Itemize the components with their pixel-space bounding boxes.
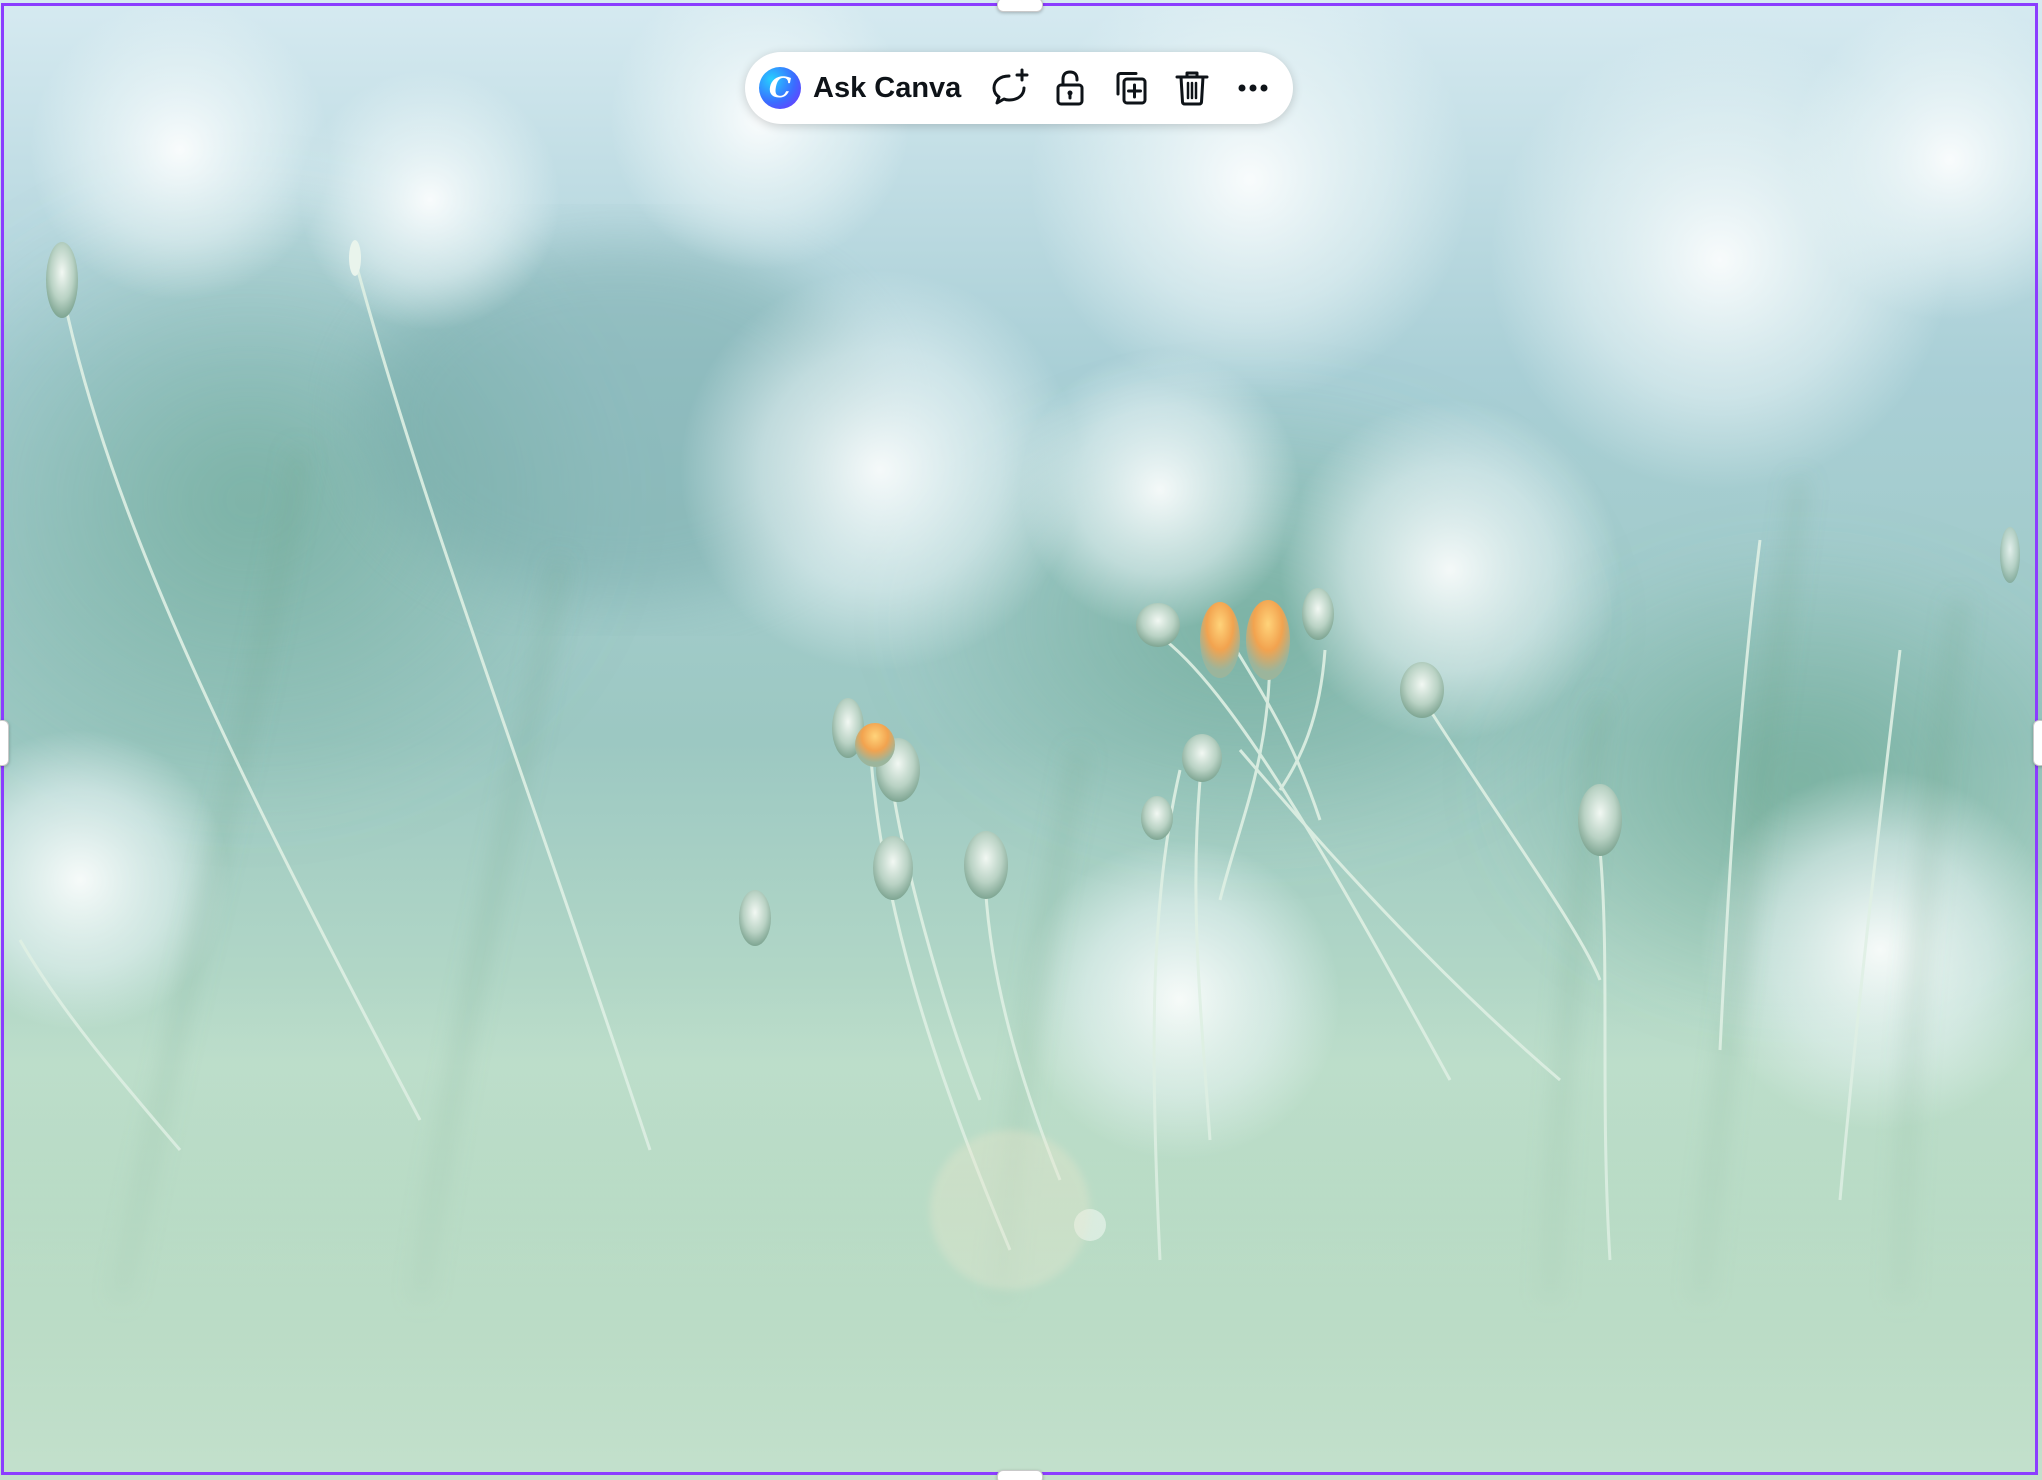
trash-icon — [1175, 71, 1209, 106]
add-comment-button[interactable] — [985, 60, 1034, 116]
resize-handle-bottom[interactable] — [997, 1470, 1043, 1480]
more-options-button[interactable] — [1228, 60, 1277, 116]
comment-add-icon — [992, 68, 1029, 105]
resize-handle-left[interactable] — [0, 720, 9, 766]
design-canvas: C Ask Canva — [0, 0, 2042, 1480]
lock-button[interactable] — [1046, 60, 1095, 116]
duplicate-icon — [1116, 72, 1147, 105]
background-photo[interactable] — [0, 0, 2042, 1480]
floating-toolbar: C Ask Canva — [745, 52, 1293, 124]
ask-canva-button[interactable]: C Ask Canva — [759, 60, 973, 116]
resize-handle-top[interactable] — [997, 0, 1043, 12]
canva-logo-letter: C — [768, 71, 792, 104]
more-icon — [1238, 84, 1268, 92]
duplicate-button[interactable] — [1107, 60, 1156, 116]
ask-canva-label: Ask Canva — [813, 71, 962, 104]
unlock-icon — [1056, 70, 1084, 106]
delete-button[interactable] — [1168, 60, 1217, 116]
canva-logo-icon: C — [759, 67, 801, 109]
resize-handle-right[interactable] — [2033, 720, 2042, 766]
